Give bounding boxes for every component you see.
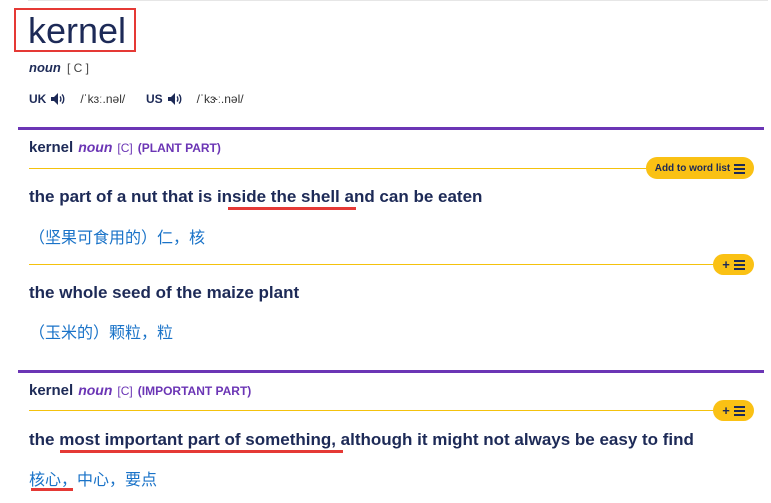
grammar-code: [ C ] — [67, 61, 90, 75]
headword: kernel — [28, 10, 127, 51]
definition-divider — [29, 168, 649, 169]
translation-highlight: 核心 — [29, 472, 62, 489]
sense-pos: noun — [78, 382, 113, 398]
region-label-uk: UK — [29, 92, 47, 106]
list-icon — [733, 260, 745, 270]
plus-icon: + — [722, 257, 730, 272]
sense-divider — [18, 127, 764, 130]
sense-grammar: [C] — [117, 384, 133, 398]
definition-highlight: inside the shell — [216, 187, 340, 206]
underline-annotation — [228, 207, 356, 210]
definition-text: the part of a nut that is inside the she… — [29, 187, 483, 206]
sense-headword: kernel — [29, 139, 74, 156]
definition-text: the most important part of something, al… — [29, 430, 694, 449]
sense-grammar: [C] — [117, 141, 133, 155]
top-divider — [28, 0, 768, 1]
region-label-us: US — [146, 92, 163, 106]
underline-annotation — [60, 450, 343, 453]
list-icon — [734, 163, 746, 174]
add-to-word-list-button[interactable]: + — [713, 254, 754, 275]
translation-text: （玉米的）颗粒，粒 — [29, 325, 174, 342]
pronunciation-uk: UK /ˈkɜː.nəl/ — [29, 92, 125, 106]
add-to-word-list-button[interactable]: + — [713, 400, 754, 421]
speaker-icon[interactable] — [167, 92, 183, 106]
ipa-uk: /ˈkɜː.nəl/ — [80, 92, 126, 106]
definition-highlight: most important part of something — [59, 430, 332, 449]
plus-icon: + — [722, 403, 730, 418]
sense-headword: kernel — [29, 382, 74, 399]
sense-header: kernel noun [C] (IMPORTANT PART) — [29, 382, 251, 399]
sense-guideword: (PLANT PART) — [137, 141, 221, 155]
translation-text: （坚果可食用的）仁，核 — [29, 230, 206, 247]
list-icon — [733, 406, 745, 416]
pronunciation-us: US /ˈkɝː.nəl/ — [146, 92, 244, 106]
part-of-speech: noun — [29, 60, 61, 75]
speaker-icon[interactable] — [50, 92, 66, 106]
sense-guideword: (IMPORTANT PART) — [137, 384, 252, 398]
sense-divider — [18, 370, 764, 373]
definition-text: the whole seed of the maize plant — [29, 283, 300, 302]
definition-divider — [29, 264, 715, 265]
add-to-word-list-button[interactable]: Add to word list — [646, 157, 754, 179]
definition-divider — [29, 410, 715, 411]
translation-text: 核心，中心，要点 — [29, 472, 158, 489]
ipa-us: /ˈkɝː.nəl/ — [196, 92, 244, 106]
add-to-word-list-label: Add to word list — [654, 162, 731, 174]
sense-pos: noun — [78, 139, 113, 155]
sense-header: kernel noun [C] (PLANT PART) — [29, 139, 221, 156]
underline-annotation — [31, 488, 73, 491]
